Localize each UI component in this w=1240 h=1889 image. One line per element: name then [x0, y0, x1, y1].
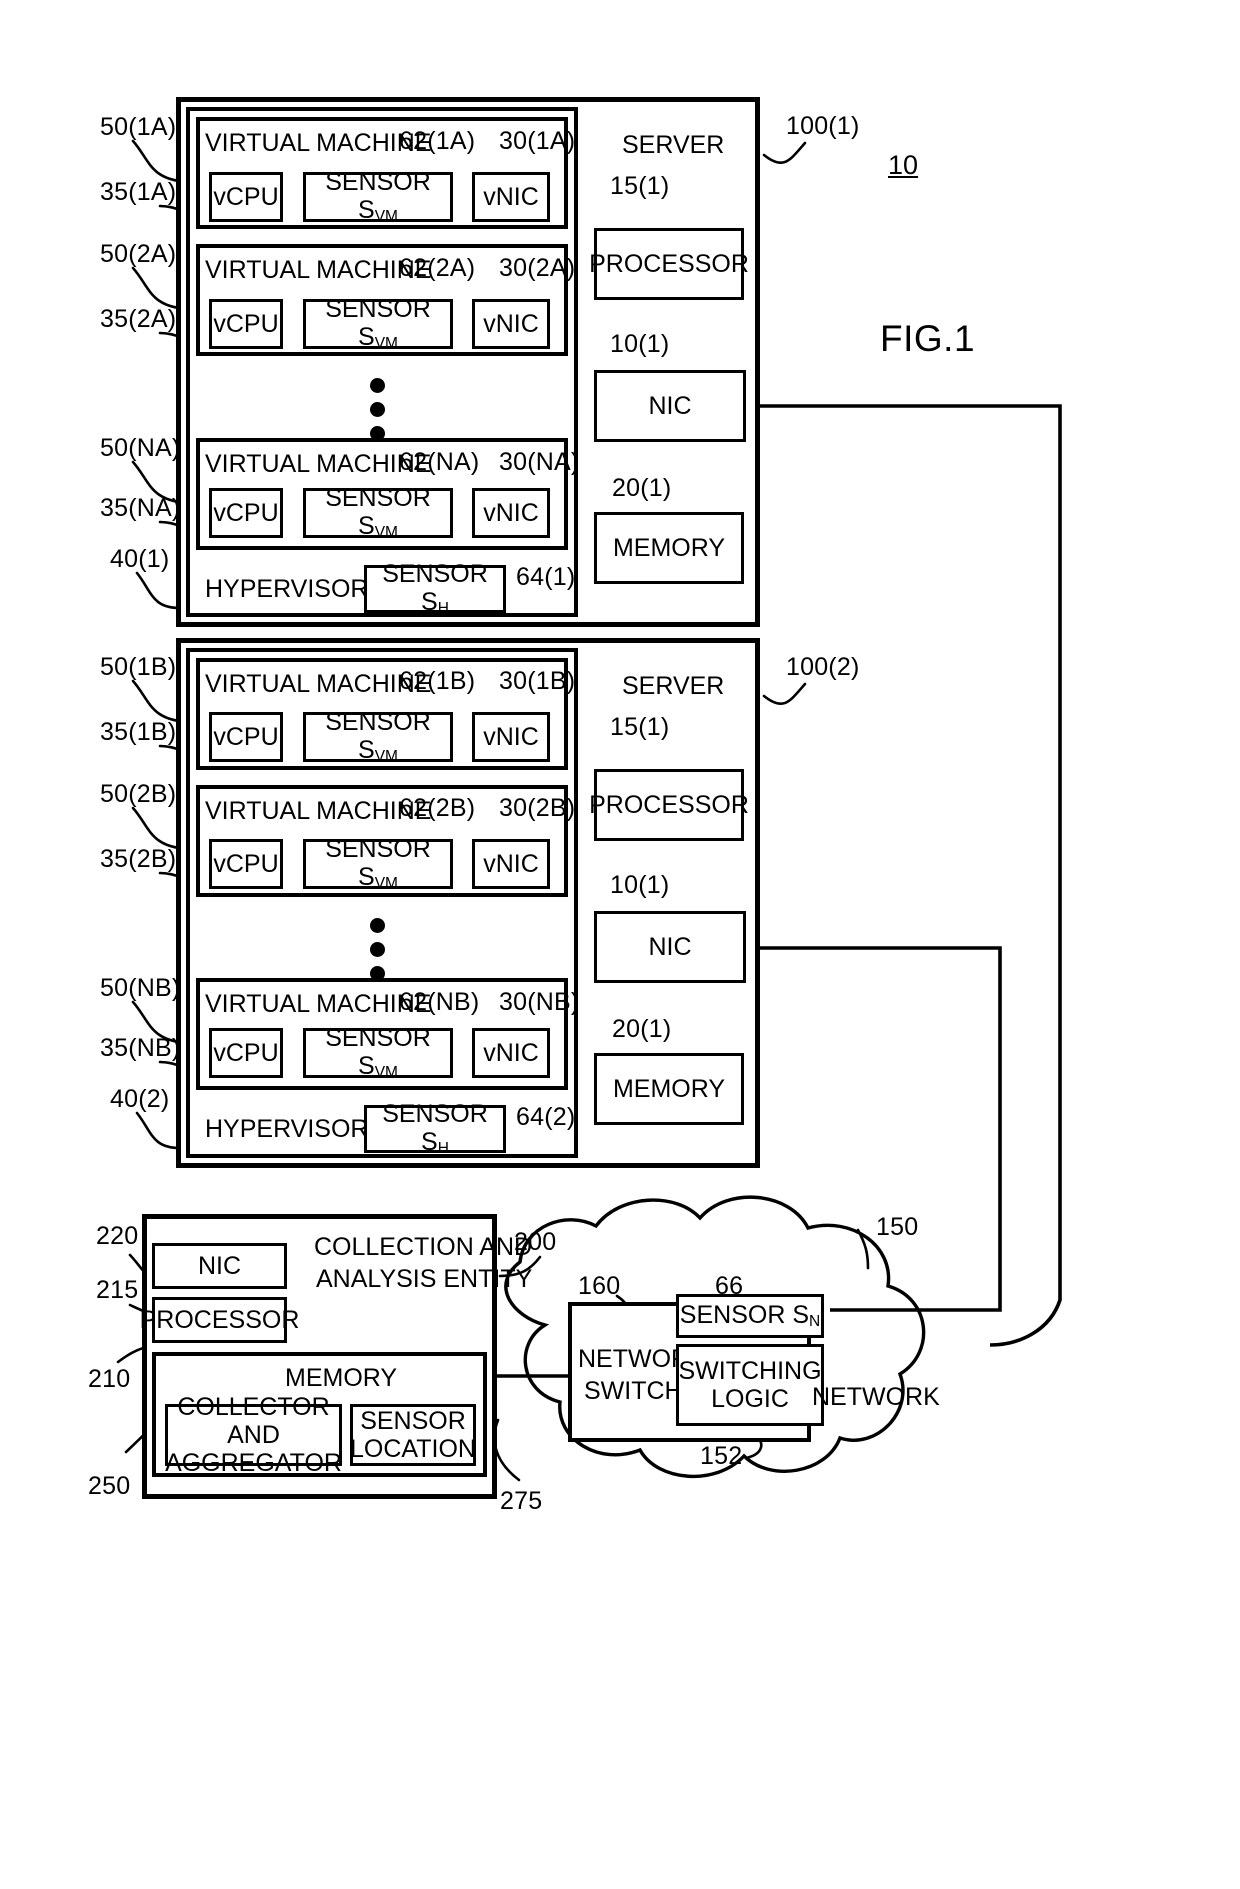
- ref-50-2b: 50(2B): [100, 780, 177, 808]
- vnic-2a[interactable]: vNIC: [472, 299, 550, 349]
- ref-35-2a: 35(2A): [100, 305, 177, 333]
- vm-title: VIRTUAL MACHINE: [205, 990, 432, 1018]
- hypervisor-2-label: HYPERVISOR: [205, 1115, 369, 1143]
- vm-title: VIRTUAL MACHINE: [205, 797, 432, 825]
- ref-30-2a: 30(2A): [499, 254, 576, 282]
- ref-220: 220: [96, 1222, 139, 1250]
- ref-62-2b: 62(2B): [399, 794, 476, 822]
- ref-20-1: 20(1): [612, 474, 672, 502]
- ref-150: 150: [876, 1213, 919, 1241]
- switching-logic[interactable]: SWITCHING LOGIC: [676, 1344, 824, 1426]
- sensor-svm-1b[interactable]: SENSOR SVM: [303, 708, 453, 765]
- ref-35-na: 35(NA): [100, 494, 181, 522]
- vnic-1a[interactable]: vNIC: [472, 172, 550, 222]
- ref-152: 152: [700, 1442, 743, 1470]
- ref-15-1: 15(1): [610, 172, 670, 200]
- server-1-memory[interactable]: MEMORY: [594, 512, 744, 584]
- network-label: NETWORK: [812, 1383, 940, 1411]
- ref-50-2a: 50(2A): [100, 240, 177, 268]
- ref-40-2: 40(2): [110, 1085, 170, 1113]
- sensor-sh-1[interactable]: SENSOR SH: [364, 560, 506, 617]
- ref-64-2: 64(2): [516, 1103, 576, 1131]
- sensor-sh-2[interactable]: SENSOR SH: [364, 1100, 506, 1157]
- sensor-svm-na[interactable]: SENSOR SVM: [303, 484, 453, 541]
- sensor-svm-nb[interactable]: SENSOR SVM: [303, 1024, 453, 1081]
- server-1-processor[interactable]: PROCESSOR: [589, 228, 749, 300]
- ref-10-1-b: 10(1): [610, 871, 670, 899]
- ref-215: 215: [96, 1276, 139, 1304]
- vcpu-na[interactable]: vCPU: [209, 488, 283, 538]
- network-switch-label-line2: SWITCH: [584, 1377, 683, 1405]
- server-2-memory[interactable]: MEMORY: [594, 1053, 744, 1125]
- ref-20-1-b: 20(1): [612, 1015, 672, 1043]
- ref-62-2a: 62(2A): [399, 254, 476, 282]
- server-1-title: SERVER: [622, 131, 725, 159]
- cae-memory-label: MEMORY: [285, 1364, 398, 1392]
- vm-title: VIRTUAL MACHINE: [205, 450, 432, 478]
- collector-and-aggregator[interactable]: COLLECTOR AND AGGREGATOR: [165, 1393, 342, 1477]
- sensor-sn[interactable]: SENSOR SN: [676, 1294, 824, 1338]
- vcpu-2b[interactable]: vCPU: [209, 839, 283, 889]
- cae-title-line2: ANALYSIS ENTITY: [316, 1265, 533, 1293]
- server-2-processor[interactable]: PROCESSOR: [589, 769, 749, 841]
- vcpu-1b[interactable]: vCPU: [209, 712, 283, 762]
- cae-nic[interactable]: NIC: [152, 1243, 287, 1289]
- vnic-1b[interactable]: vNIC: [472, 712, 550, 762]
- ref-200: 200: [514, 1228, 557, 1256]
- ref-35-2b: 35(2B): [100, 845, 177, 873]
- vcpu-2a[interactable]: vCPU: [209, 299, 283, 349]
- ref-62-1b: 62(1B): [399, 667, 476, 695]
- ref-15-1-b: 15(1): [610, 713, 670, 741]
- ref-100-2: 100(2): [786, 653, 860, 681]
- ref-40-1: 40(1): [110, 545, 170, 573]
- ref-62-nb: 62(NB): [399, 988, 480, 1016]
- ref-66: 66: [715, 1272, 744, 1300]
- cae-processor[interactable]: PROCESSOR: [140, 1297, 299, 1343]
- ref-100-1: 100(1): [786, 112, 860, 140]
- ref-35-1b: 35(1B): [100, 718, 177, 746]
- vertical-ellipsis-icon: [370, 918, 385, 981]
- vcpu-1a[interactable]: vCPU: [209, 172, 283, 222]
- ref-64-1: 64(1): [516, 563, 576, 591]
- vm-title: VIRTUAL MACHINE: [205, 256, 432, 284]
- vm-title: VIRTUAL MACHINE: [205, 670, 432, 698]
- ref-62-1a: 62(1A): [399, 127, 476, 155]
- ref-30-1b: 30(1B): [499, 667, 576, 695]
- ref-160: 160: [578, 1272, 621, 1300]
- vm-title: VIRTUAL MACHINE: [205, 129, 432, 157]
- server-1-nic[interactable]: NIC: [594, 370, 746, 442]
- cae-title-line1: COLLECTION AND: [314, 1233, 533, 1261]
- ref-50-1a: 50(1A): [100, 113, 177, 141]
- vnic-nb[interactable]: vNIC: [472, 1028, 550, 1078]
- figure-label: FIG.1: [880, 318, 976, 359]
- ref-50-nb: 50(NB): [100, 974, 181, 1002]
- patent-figure-1: VIRTUAL MACHINE vCPU SENSOR SVM vNIC VIR…: [0, 0, 1240, 1889]
- ref-10-1: 10(1): [610, 330, 670, 358]
- vnic-2b[interactable]: vNIC: [472, 839, 550, 889]
- vcpu-nb[interactable]: vCPU: [209, 1028, 283, 1078]
- ref-50-1b: 50(1B): [100, 653, 177, 681]
- vnic-na[interactable]: vNIC: [472, 488, 550, 538]
- sensor-location[interactable]: SENSOR LOCATION: [350, 1404, 476, 1466]
- ref-35-nb: 35(NB): [100, 1034, 181, 1062]
- ref-30-na: 30(NA): [499, 448, 580, 476]
- sensor-svm-2a[interactable]: SENSOR SVM: [303, 295, 453, 352]
- hypervisor-1-label: HYPERVISOR: [205, 575, 369, 603]
- server-2-title: SERVER: [622, 672, 725, 700]
- ref-210: 210: [88, 1365, 131, 1393]
- ref-250: 250: [88, 1472, 131, 1500]
- ref-30-nb: 30(NB): [499, 988, 580, 1016]
- ref-35-1a: 35(1A): [100, 178, 177, 206]
- ref-275: 275: [500, 1487, 543, 1515]
- ref-50-na: 50(NA): [100, 434, 181, 462]
- server-2-nic[interactable]: NIC: [594, 911, 746, 983]
- ref-62-na: 62(NA): [399, 448, 480, 476]
- sensor-svm-2b[interactable]: SENSOR SVM: [303, 835, 453, 892]
- ref-30-2b: 30(2B): [499, 794, 576, 822]
- ref-30-1a: 30(1A): [499, 127, 576, 155]
- vertical-ellipsis-icon: [370, 378, 385, 441]
- system-ref-10: 10: [888, 150, 919, 180]
- sensor-svm-1a[interactable]: SENSOR SVM: [303, 168, 453, 225]
